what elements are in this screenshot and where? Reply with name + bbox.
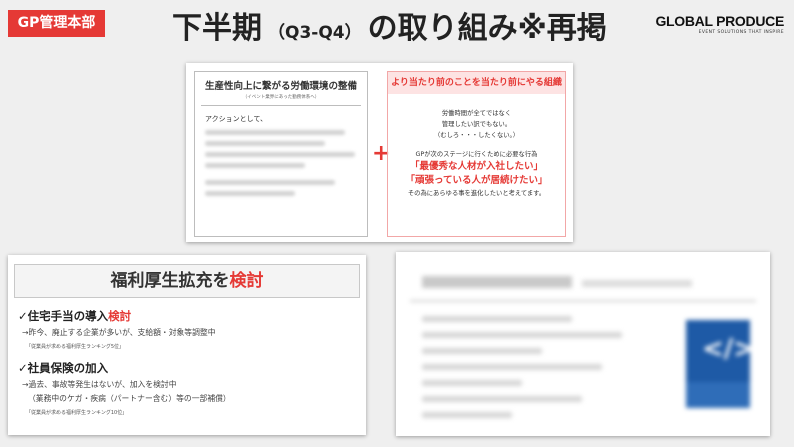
brackets-icon: </> <box>702 334 756 364</box>
organization-highlight: 「最優秀な人材が入社したい」 <box>409 161 543 172</box>
action-label: アクションとして、 <box>205 115 268 123</box>
insurance-detail: →過去、事故等発生はないが、加入を検討中 <box>22 380 177 389</box>
logo-name: GLOBAL PRODUCE <box>655 13 784 29</box>
slide-title: 下半期 （Q3-Q4） の取り組み※再掲 <box>172 4 607 54</box>
housing-allowance-note: 「従業員が求める福利厚生ランキング5位」 <box>26 344 125 350</box>
organization-heading: より当たり前のことを当たり前にやる組織 <box>388 72 565 94</box>
blurred-line <box>422 316 572 322</box>
organization-text: GPが次のステージに行くために必要な行為 <box>415 151 538 158</box>
blurred-card: </> <box>396 252 770 436</box>
title-sub: （Q3-Q4） <box>268 23 362 43</box>
work-environment-subheading: （イベント業界にあった勤務体系へ） <box>201 94 361 106</box>
work-environment-panel: 生産性向上に繋がる労働環境の整備 （イベント業界にあった勤務体系へ） アクション… <box>194 71 368 237</box>
department-tag: GP管理本部 <box>8 10 105 37</box>
housing-allowance-highlight: 検討 <box>108 309 132 323</box>
insurance-note: 「従業員が求める福利厚生ランキング10位」 <box>26 410 128 416</box>
welfare-card: 福利厚生拡充を検討 ✓住宅手当の導入検討 →昨今、廃止する企業が多いが、支給額・… <box>8 255 366 435</box>
organization-highlight: 「頑張っている人が居続けたい」 <box>405 175 548 186</box>
work-environment-heading: 生産性向上に繋がる労働環境の整備 <box>204 81 357 92</box>
organization-panel: より当たり前のことを当たり前にやる組織 労働時間が全てではなく 管理したい訳でも… <box>387 71 566 237</box>
blurred-subtitle <box>582 280 692 287</box>
organization-text: （むしろ・・・したくない。） <box>433 132 519 139</box>
blurred-line <box>205 191 295 196</box>
organization-text: その為にあらゆる事を進化したいと考えてます。 <box>407 190 546 197</box>
housing-allowance-detail: →昨今、廃止する企業が多いが、支給額・対象等調整中 <box>22 328 216 337</box>
housing-allowance-item: ✓住宅手当の導入検討 <box>18 308 366 324</box>
blurred-line <box>205 141 325 146</box>
organization-text: 管理したい訳でもない。 <box>441 121 512 128</box>
insurance-detail: （業務中のケガ・疾病（パートナー含む）等の一部補償） <box>28 394 231 403</box>
organization-text: 労働時間が全てではなく <box>441 110 512 117</box>
blurred-line <box>422 396 582 402</box>
housing-allowance-label: ✓住宅手当の導入 <box>18 309 109 323</box>
blurred-title <box>422 276 572 288</box>
blurred-image-bottom <box>686 382 750 408</box>
welfare-header-text: 福利厚生拡充を <box>110 271 230 291</box>
blurred-line <box>422 412 512 418</box>
blurred-line <box>205 152 355 157</box>
title-main: 下半期 <box>172 11 262 46</box>
blurred-line <box>422 364 602 370</box>
insurance-item: ✓社員保険の加入 <box>18 361 109 375</box>
company-logo: GLOBAL PRODUCE EVENT SOLUTIONS THAT INSP… <box>655 13 784 35</box>
blurred-line <box>205 130 345 135</box>
logo-tagline: EVENT SOLUTIONS THAT INSPIRE <box>698 30 784 35</box>
welfare-header: 福利厚生拡充を検討 <box>14 264 360 298</box>
blurred-line <box>205 163 305 168</box>
title-rest: の取り組み※再掲 <box>367 11 607 46</box>
blurred-line <box>422 332 622 338</box>
blurred-line <box>422 348 542 354</box>
blurred-divider <box>410 300 756 302</box>
top-card: 生産性向上に繋がる労働環境の整備 （イベント業界にあった勤務体系へ） アクション… <box>186 63 573 242</box>
blurred-line <box>422 380 522 386</box>
welfare-header-highlight: 検討 <box>229 271 264 291</box>
blurred-line <box>205 180 335 185</box>
